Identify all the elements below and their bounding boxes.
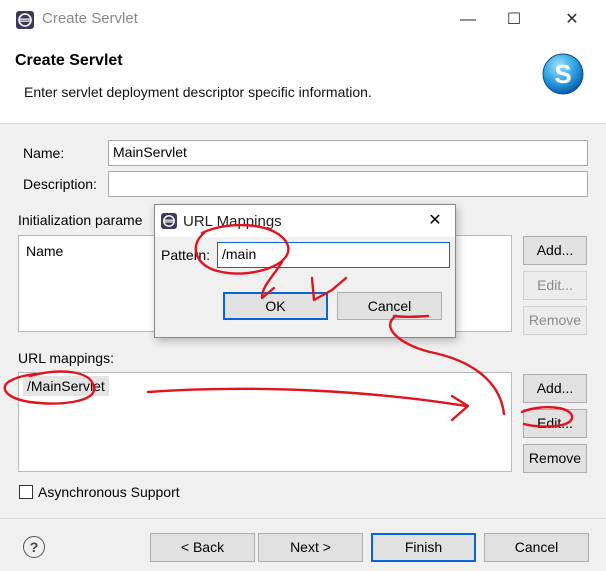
help-icon[interactable]: ? xyxy=(23,536,45,558)
dialog-ok-button[interactable]: OK xyxy=(223,292,328,320)
description-label: Description: xyxy=(23,176,97,192)
url-mappings-dialog: URL Mappings ✕ Pattern: /main OK Cancel xyxy=(154,204,456,338)
window-title-bar: Create Servlet — ☐ ✕ xyxy=(0,0,606,40)
next-button[interactable]: Next > xyxy=(258,533,363,562)
url-mappings-edit-button[interactable]: Edit... xyxy=(523,409,587,438)
description-field[interactable] xyxy=(108,171,588,197)
maximize-icon[interactable]: ☐ xyxy=(494,6,534,34)
init-params-edit-button[interactable]: Edit... xyxy=(523,271,587,300)
minimize-icon[interactable]: — xyxy=(448,6,488,34)
cancel-button[interactable]: Cancel xyxy=(484,533,589,562)
eclipse-app-icon xyxy=(16,11,34,29)
url-mappings-list[interactable]: /MainServlet xyxy=(18,372,512,472)
logo-letter: S xyxy=(554,59,571,89)
url-mapping-item[interactable]: /MainServlet xyxy=(23,376,109,396)
init-params-remove-button[interactable]: Remove xyxy=(523,306,587,335)
init-params-add-button[interactable]: Add... xyxy=(523,236,587,265)
footer-divider xyxy=(0,518,606,519)
url-mappings-remove-button[interactable]: Remove xyxy=(523,444,587,473)
name-label: Name: xyxy=(23,145,65,161)
dialog-title: URL Mappings xyxy=(183,213,282,230)
eclipse-dialog-icon xyxy=(161,213,177,229)
back-button[interactable]: < Back xyxy=(150,533,255,562)
finish-button[interactable]: Finish xyxy=(371,533,476,562)
url-mappings-label: URL mappings: xyxy=(18,350,114,366)
url-mappings-add-button[interactable]: Add... xyxy=(523,374,587,403)
async-support-label: Asynchronous Support xyxy=(38,484,180,500)
pattern-input[interactable]: /main xyxy=(217,242,450,268)
name-field[interactable]: MainServlet xyxy=(108,140,588,166)
dialog-title-bar: URL Mappings ✕ xyxy=(155,205,455,237)
dialog-close-icon[interactable]: ✕ xyxy=(419,207,451,235)
servlet-logo-icon: S xyxy=(542,53,584,95)
init-params-column-header[interactable]: Name xyxy=(26,243,63,259)
pattern-label: Pattern: xyxy=(161,247,211,263)
page-description: Enter servlet deployment descriptor spec… xyxy=(24,84,372,100)
close-icon[interactable]: ✕ xyxy=(552,6,592,34)
init-params-label: Initialization parame xyxy=(18,212,143,228)
window-title: Create Servlet xyxy=(42,10,138,27)
page-title: Create Servlet xyxy=(15,52,123,69)
async-support-checkbox[interactable] xyxy=(19,485,33,499)
dialog-cancel-button[interactable]: Cancel xyxy=(337,292,442,320)
wizard-banner: Create Servlet Enter servlet deployment … xyxy=(0,40,606,124)
